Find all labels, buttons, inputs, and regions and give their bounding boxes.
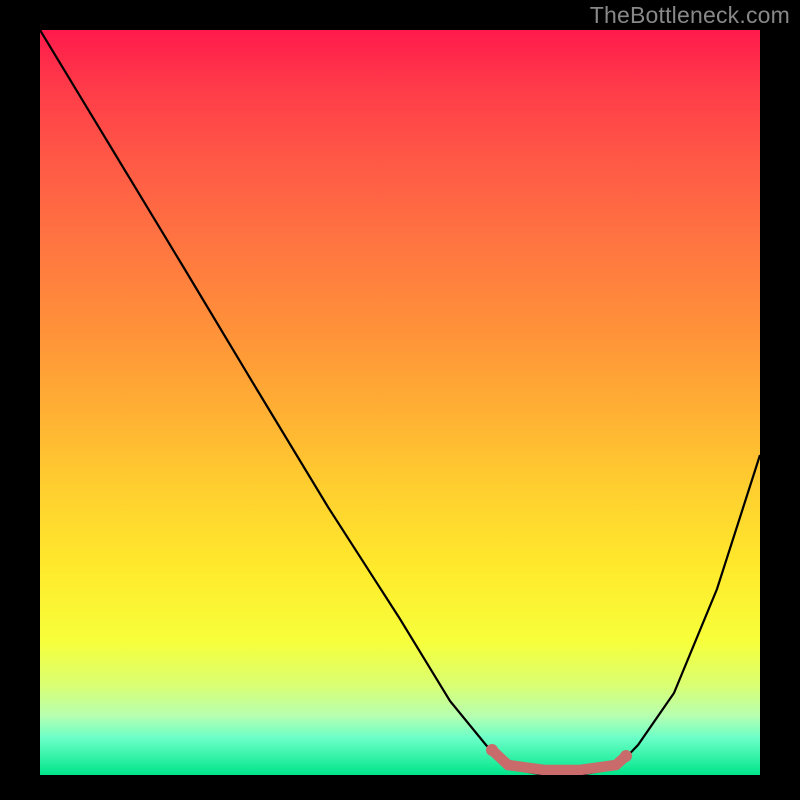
watermark-text: TheBottleneck.com xyxy=(590,2,790,29)
curve-svg xyxy=(40,30,760,775)
chart-stage: TheBottleneck.com xyxy=(0,0,800,800)
plot-area xyxy=(40,30,760,775)
highlight-segment xyxy=(492,750,626,770)
highlight-end-dot xyxy=(620,750,632,762)
bottleneck-curve xyxy=(40,30,760,775)
